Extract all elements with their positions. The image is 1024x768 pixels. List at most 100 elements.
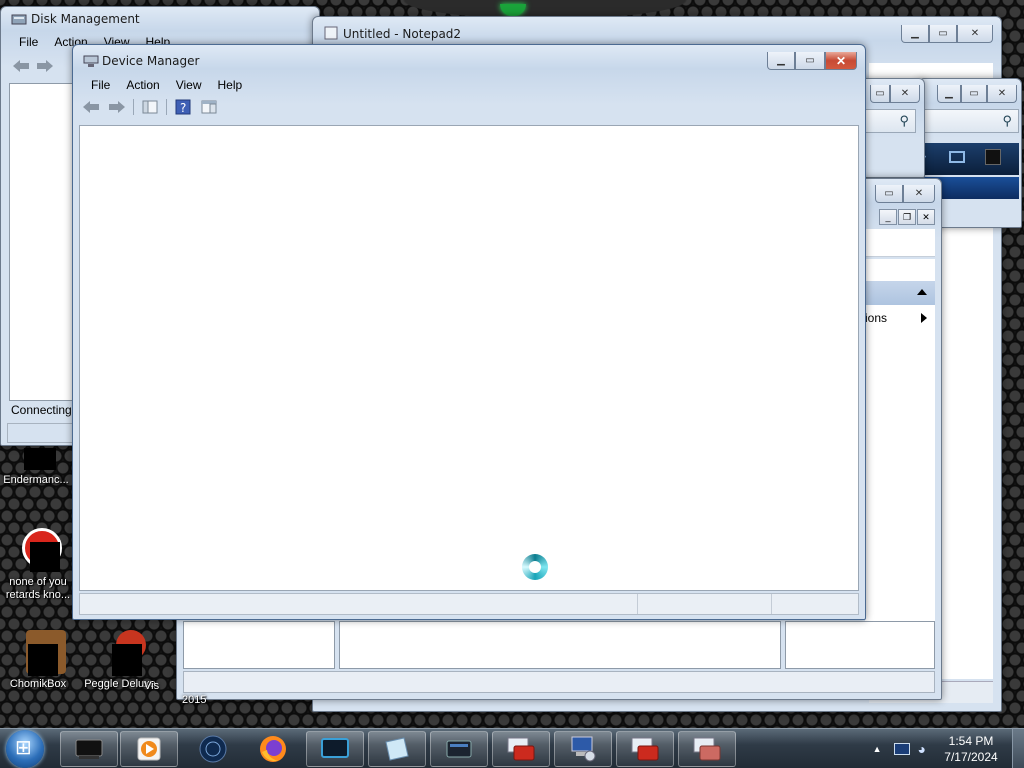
toolbar: ? <box>81 98 219 116</box>
notepad-icon <box>385 737 409 761</box>
device-manager-window[interactable]: Device Manager ▁ ▭ ✕ File Action View He… <box>72 44 866 620</box>
help-icon[interactable]: ? <box>173 98 193 116</box>
mdi-restore-button[interactable]: ❐ <box>898 209 916 225</box>
notepad-icon <box>324 26 338 40</box>
monitor-icon <box>321 738 349 758</box>
network-icon[interactable]: ◕ <box>918 741 926 757</box>
taskbar-item-terminal[interactable] <box>60 731 118 767</box>
task-pane-item[interactable]: ions <box>865 311 935 325</box>
show-hide-console-tree-icon[interactable] <box>140 98 160 116</box>
close-button[interactable]: ✕ <box>903 185 935 203</box>
minimize-button[interactable]: ▁ <box>937 85 961 103</box>
device-tree-pane[interactable] <box>79 125 859 591</box>
disk-list-pane[interactable] <box>9 83 73 401</box>
disk-management-icon <box>11 14 27 25</box>
taskbar-item-firefox[interactable] <box>244 731 302 767</box>
desktop-icon-vis[interactable]: Vis 2015 <box>144 680 206 706</box>
clock-date: 7/17/2024 <box>944 750 998 764</box>
caption-buttons: ▭ ✕ <box>875 185 935 203</box>
minimize-button[interactable]: ▁ <box>767 52 795 70</box>
close-button[interactable]: ✕ <box>987 85 1017 103</box>
caption-buttons: ▭ ✕ <box>870 85 920 103</box>
status-segment-3 <box>772 594 858 614</box>
detail-pane-left[interactable] <box>183 621 335 669</box>
taskbar-item-media-player[interactable] <box>120 731 178 767</box>
system-tray: ▲ ◕ 1:54 PM 7/17/2024 <box>873 729 1024 768</box>
mdi-close-button[interactable]: ✕ <box>917 209 935 225</box>
menu-view[interactable]: View <box>168 76 210 94</box>
desktop-icon-endermanch[interactable]: Endermanc... <box>0 448 76 487</box>
toolbar-separator <box>133 99 134 115</box>
clock[interactable]: 1:54 PM 7/17/2024 <box>936 733 1006 765</box>
toolbar <box>11 57 55 75</box>
menu-help[interactable]: Help <box>210 76 251 94</box>
status-text: Connecting <box>11 403 72 417</box>
desktop-icon-chomikbox[interactable]: ChomikBox <box>0 630 78 691</box>
desktop-icon-label: ChomikBox <box>9 678 67 690</box>
forward-arrow-icon[interactable] <box>35 57 55 75</box>
taskbar-item-toolbox-app-2[interactable] <box>616 731 674 767</box>
maximize-button[interactable]: ▭ <box>961 85 987 103</box>
clock-time: 1:54 PM <box>948 734 994 748</box>
app-icon[interactable] <box>985 149 1001 165</box>
close-button[interactable]: ✕ <box>890 85 920 103</box>
show-hidden-icons-icon[interactable]: ▲ <box>873 744 882 754</box>
status-light-icon <box>500 4 526 16</box>
status-bar <box>183 671 935 693</box>
collapse-arrow-icon[interactable] <box>917 289 927 295</box>
display-icon[interactable] <box>893 743 910 755</box>
taskbar-item-device-manager[interactable] <box>554 731 612 767</box>
search-icon: ⚲ <box>899 113 909 128</box>
maximize-button[interactable]: ▭ <box>875 185 903 203</box>
desktop-icon-sublabel: 2015 <box>182 694 207 706</box>
back-arrow-icon[interactable] <box>81 98 101 116</box>
minimize-button[interactable]: ▁ <box>901 25 929 43</box>
app-icon <box>16 528 62 572</box>
device-manager-icon <box>571 736 596 762</box>
taskbar-item-window-app[interactable] <box>430 731 488 767</box>
close-button[interactable]: ✕ <box>957 25 993 43</box>
menu-file[interactable]: File <box>11 33 46 51</box>
maximize-button[interactable]: ▭ <box>795 52 825 70</box>
maximize-button[interactable]: ▭ <box>870 85 890 103</box>
window-title: Device Manager <box>102 54 200 68</box>
expand-arrow-icon <box>921 313 927 323</box>
status-bar <box>7 423 73 443</box>
caption-buttons: ▁ ▭ ✕ <box>937 85 1017 103</box>
taskbar-item-toolbox-app-3[interactable] <box>678 731 736 767</box>
task-pane-header[interactable] <box>865 281 935 305</box>
show-desktop-button[interactable] <box>1012 729 1024 768</box>
status-segment-2 <box>638 594 772 614</box>
taskbar-item-globe-app[interactable] <box>184 731 242 767</box>
caption-buttons: ▁ ▭ ✕ <box>901 25 993 43</box>
window-app-icon <box>446 740 472 758</box>
back-arrow-icon[interactable] <box>11 57 31 75</box>
menu-action[interactable]: Action <box>118 76 167 94</box>
properties-pane-icon[interactable] <box>199 98 219 116</box>
menu-file[interactable]: File <box>83 76 118 94</box>
status-segment-main <box>80 594 638 614</box>
taskbar: ▲ ◕ 1:54 PM 7/17/2024 <box>0 728 1024 768</box>
media-toolbar: ▼ <box>919 143 1019 175</box>
window-title: Untitled - Notepad2 <box>343 27 462 41</box>
desktop-icon-label: Vis <box>144 680 160 692</box>
taskbar-item-toolbox-app[interactable] <box>492 731 550 767</box>
desktop-icon-none-of-you[interactable]: none of you retards kno... <box>0 528 78 602</box>
screen-icon[interactable] <box>949 151 965 163</box>
start-button[interactable] <box>6 730 44 768</box>
maximize-button[interactable]: ▭ <box>929 25 957 43</box>
detail-pane-right[interactable] <box>785 621 935 669</box>
mdi-minimize-button[interactable]: _ <box>879 209 897 225</box>
taskbar-item-notepad2[interactable] <box>368 731 426 767</box>
svg-text:?: ? <box>180 101 186 115</box>
app-icon <box>16 630 66 676</box>
search-box[interactable]: ⚲ <box>919 109 1019 133</box>
mdi-caption-buttons: _ ❐ ✕ <box>879 209 935 225</box>
close-button[interactable]: ✕ <box>825 52 857 70</box>
desktop-icon-label: none of you retards kno... <box>5 576 71 601</box>
taskbar-item-monitor-app[interactable] <box>306 731 364 767</box>
detail-pane-center[interactable] <box>339 621 781 669</box>
caption-buttons: ▁ ▭ ✕ <box>767 52 857 70</box>
menu-bar: File Action View Help <box>83 76 250 94</box>
forward-arrow-icon[interactable] <box>107 98 127 116</box>
